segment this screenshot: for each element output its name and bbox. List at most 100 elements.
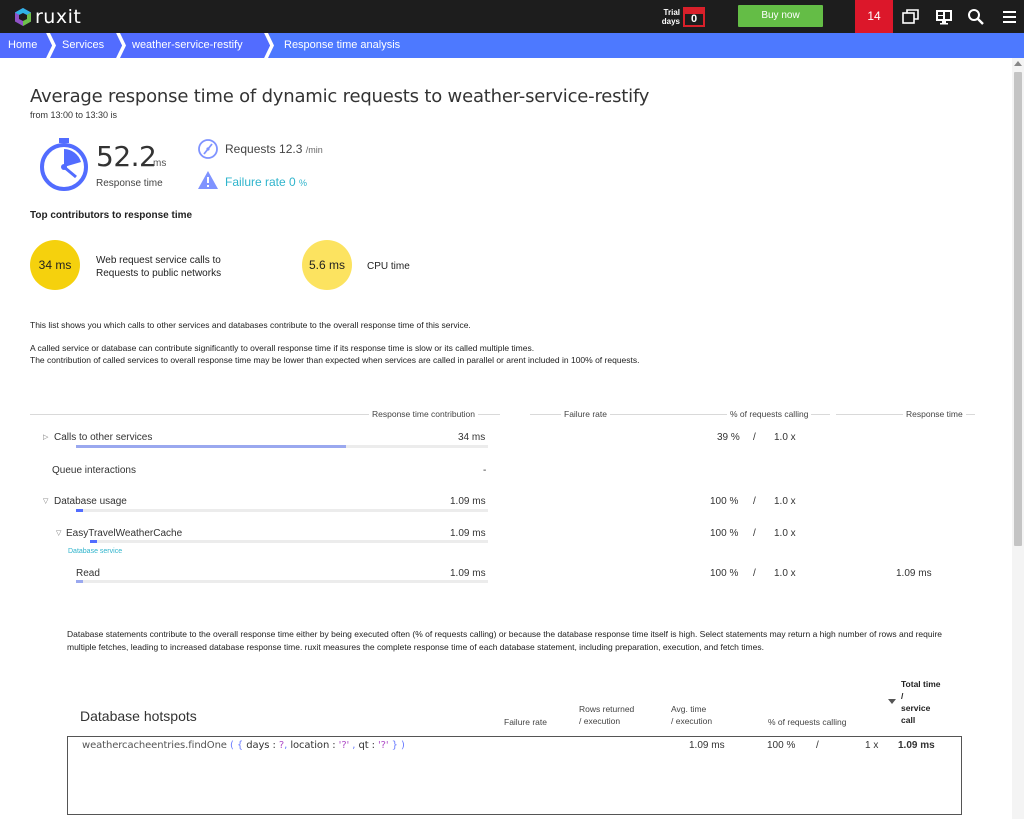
breadcrumb-separator-icon (264, 33, 274, 58)
windows-icon[interactable] (902, 8, 920, 26)
contribution-bar (76, 445, 346, 448)
warning-icon (197, 170, 219, 190)
breadcrumb-response-time-analysis[interactable]: Response time analysis (270, 33, 1024, 58)
sort-descending-icon[interactable] (888, 699, 896, 704)
contribution-bar (76, 509, 83, 512)
col-hot-failure-rate[interactable]: Failure rate (504, 716, 547, 728)
row-calls-to-other-services[interactable]: Calls to other services (54, 432, 152, 443)
statement-key: days (246, 740, 270, 751)
hotspot-pct: 100 % (767, 740, 796, 751)
database-service-link[interactable]: Database service (68, 548, 122, 555)
ruxit-logo[interactable]: ruxit (14, 6, 81, 28)
row-pct: 39 % (717, 432, 740, 443)
statement-punct: } ) (391, 740, 405, 751)
row-database-usage[interactable]: Database usage (54, 496, 127, 507)
statement-value: '?' (378, 740, 389, 751)
header-line: Rows returned (579, 704, 635, 714)
contributor-web-requests-circle[interactable]: 34 ms (30, 240, 80, 290)
top-bar: ruxit Trial days 0 Buy now 14 (0, 0, 1024, 33)
trial-days-count: 0 (683, 12, 705, 27)
row-contribution: 1.09 ms (450, 528, 486, 539)
failure-rate[interactable]: Failure rate 0 % (225, 175, 307, 189)
notification-badge[interactable]: 14 (855, 0, 893, 33)
col-response-time: Response time (903, 409, 966, 419)
row-pct: 100 % (710, 528, 739, 539)
stopwatch-icon (38, 137, 90, 191)
info-line-2: A called service or database can contrib… (30, 343, 535, 353)
header-gap (830, 414, 836, 415)
header-gap (500, 414, 530, 415)
menu-icon[interactable] (1001, 8, 1019, 26)
scrollbar-thumb[interactable] (1014, 72, 1022, 546)
statement-punct: : (332, 740, 336, 751)
header-line: service (901, 703, 931, 713)
row-contribution: 34 ms (458, 432, 486, 443)
database-hotspots-title: Database hotspots (80, 708, 197, 724)
statement-punct: , (352, 740, 356, 751)
col-hot-total-time[interactable]: Total time / service call (901, 678, 941, 726)
hotspot-total-time: 1.09 ms (898, 740, 935, 751)
breadcrumb-weather-service-restify[interactable]: weather-service-restify (122, 33, 270, 58)
col-requests-calling: % of requests calling (727, 409, 812, 419)
breadcrumb-home[interactable]: Home (0, 33, 52, 58)
row-read[interactable]: Read (76, 568, 100, 579)
requests-gauge-icon (197, 138, 219, 160)
header-line: Total time (901, 679, 941, 689)
breadcrumb-label: Services (62, 39, 105, 51)
contributor-label-line: Web request service calls to (96, 255, 221, 266)
header-line: / (901, 691, 904, 701)
expand-arrow-icon[interactable]: ▷ (43, 433, 48, 441)
col-hot-avg-time[interactable]: Avg. time / execution (671, 703, 712, 727)
contribution-bar-track (90, 540, 488, 543)
hotspot-avg-time: 1.09 ms (689, 740, 725, 751)
database-info-text: Database statements contribute to the ov… (67, 629, 943, 652)
col-failure-rate: Failure rate (561, 409, 610, 419)
header-line: Avg. time (671, 704, 707, 714)
collapse-arrow-icon[interactable]: ▽ (43, 497, 48, 505)
calendar-icon[interactable]: 0 (683, 7, 705, 27)
contribution-bar (76, 580, 83, 583)
header-line: call (901, 715, 916, 725)
statement-punct: ( { (229, 740, 244, 751)
trial-label: Trial (663, 8, 680, 17)
row-pct: 100 % (710, 496, 739, 507)
ruxit-logo-icon (14, 8, 32, 26)
collapse-arrow-icon[interactable]: ▽ (56, 529, 61, 537)
days-label: days (661, 17, 680, 26)
contributor-cpu-time-circle[interactable]: 5.6 ms (302, 240, 352, 290)
row-sep: / (753, 568, 756, 579)
search-icon[interactable] (967, 8, 985, 26)
col-hot-requests-calling[interactable]: % of requests calling (768, 716, 846, 728)
contribution-bar (90, 540, 97, 543)
hotspot-statement[interactable]: weathercacheentries.findOne ( { days : ?… (82, 740, 405, 751)
response-time-value: 52.2 (96, 140, 157, 173)
row-queue-interactions[interactable]: Queue interactions (52, 465, 136, 476)
statement-function: weathercacheentries.findOne (82, 740, 227, 751)
scroll-up-arrow-icon[interactable] (1014, 61, 1022, 66)
breadcrumb: Response time analysis weather-service-r… (0, 33, 1024, 58)
statement-punct: : (371, 740, 375, 751)
requests-unit: /min (305, 145, 323, 155)
row-count: 1.0 x (774, 432, 796, 443)
breadcrumb-label: Home (8, 39, 38, 51)
buy-now-button[interactable]: Buy now (738, 5, 823, 27)
row-contribution: - (483, 465, 487, 476)
breadcrumb-services[interactable]: Services (52, 33, 122, 58)
breadcrumb-separator-icon (46, 33, 56, 58)
info-line-1: This list shows you which calls to other… (30, 320, 471, 330)
contribution-bar-track (76, 580, 488, 583)
col-response-time-contribution: Response time contribution (369, 409, 479, 419)
dashboard-icon[interactable] (935, 8, 953, 26)
hotspot-sep: / (816, 740, 819, 751)
header-line: / execution (671, 716, 713, 726)
failure-rate-value: Failure rate 0 (225, 175, 296, 189)
info-line-3: The contribution of called services to o… (30, 355, 640, 365)
row-contribution: 1.09 ms (450, 496, 486, 507)
col-hot-rows-returned[interactable]: Rows returned / execution (579, 703, 634, 727)
row-sep: / (753, 528, 756, 539)
statement-punct: : (272, 740, 276, 751)
breadcrumb-label: weather-service-restify (132, 39, 243, 51)
row-easytravelweathercache[interactable]: EasyTravelWeatherCache (66, 528, 182, 539)
statement-punct: , (284, 740, 288, 751)
page-subtitle: from 13:00 to 13:30 is (30, 110, 118, 120)
